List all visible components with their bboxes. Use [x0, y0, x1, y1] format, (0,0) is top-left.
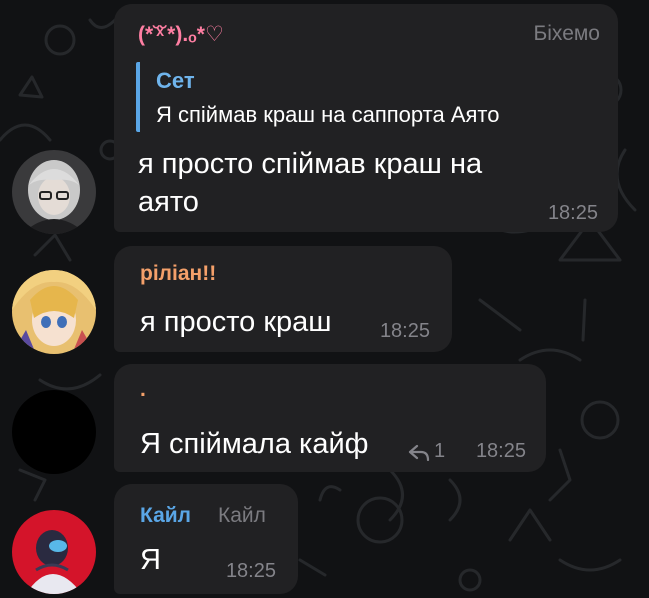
avatar-anime-girl-image	[12, 270, 96, 354]
message-bubble[interactable]: Кайл Кайл Я 18:25	[114, 484, 298, 594]
avatar[interactable]	[12, 510, 96, 594]
replies-counter[interactable]: 1	[408, 440, 445, 463]
message-bubble[interactable]: . Я спіймала кайф 1 18:25	[114, 364, 546, 472]
sender-tag: Кайл	[218, 504, 266, 527]
message-time: 18:25	[475, 440, 526, 462]
sender-name[interactable]: .	[140, 378, 146, 402]
reply-arrow-icon	[408, 444, 430, 461]
message-time: 18:25	[547, 202, 598, 224]
message-text-line: я просто спіймав краш на	[138, 148, 483, 180]
avatar[interactable]	[12, 270, 96, 354]
reply-text: Я спіймав краш на саппорта Аято	[156, 102, 500, 127]
message-text: Я	[140, 544, 161, 576]
avatar-red-photo-image	[12, 510, 96, 594]
message-bubble[interactable]: ріліан!! я просто краш 18:25	[114, 246, 452, 352]
message-text: Я спіймала кайф	[140, 428, 369, 460]
message-time: 18:25	[225, 560, 276, 582]
sender-tag: Біхемо	[533, 22, 600, 45]
reply-count: 1	[434, 440, 446, 462]
avatar[interactable]	[12, 390, 96, 474]
sender-name[interactable]: Кайл	[140, 504, 191, 528]
avatar-dark-image	[12, 390, 96, 474]
message-text-line: аято	[138, 186, 199, 218]
message-text: я просто краш	[140, 306, 332, 338]
avatar-light-hair-image	[12, 150, 96, 234]
reply-sender-name: Сет	[156, 68, 195, 93]
sender-name[interactable]: ріліан!!	[140, 262, 216, 286]
sender-name[interactable]: (*˘ͯ˘*).ₒ*♡	[138, 22, 224, 47]
avatar[interactable]	[12, 150, 96, 234]
reply-quote[interactable]: Сет Я спіймав краш на саппорта Аято	[136, 62, 588, 132]
message-time: 18:25	[379, 320, 430, 342]
message-bubble[interactable]: (*˘ͯ˘*).ₒ*♡ Біхемо Сет Я спіймав краш на…	[114, 4, 618, 232]
